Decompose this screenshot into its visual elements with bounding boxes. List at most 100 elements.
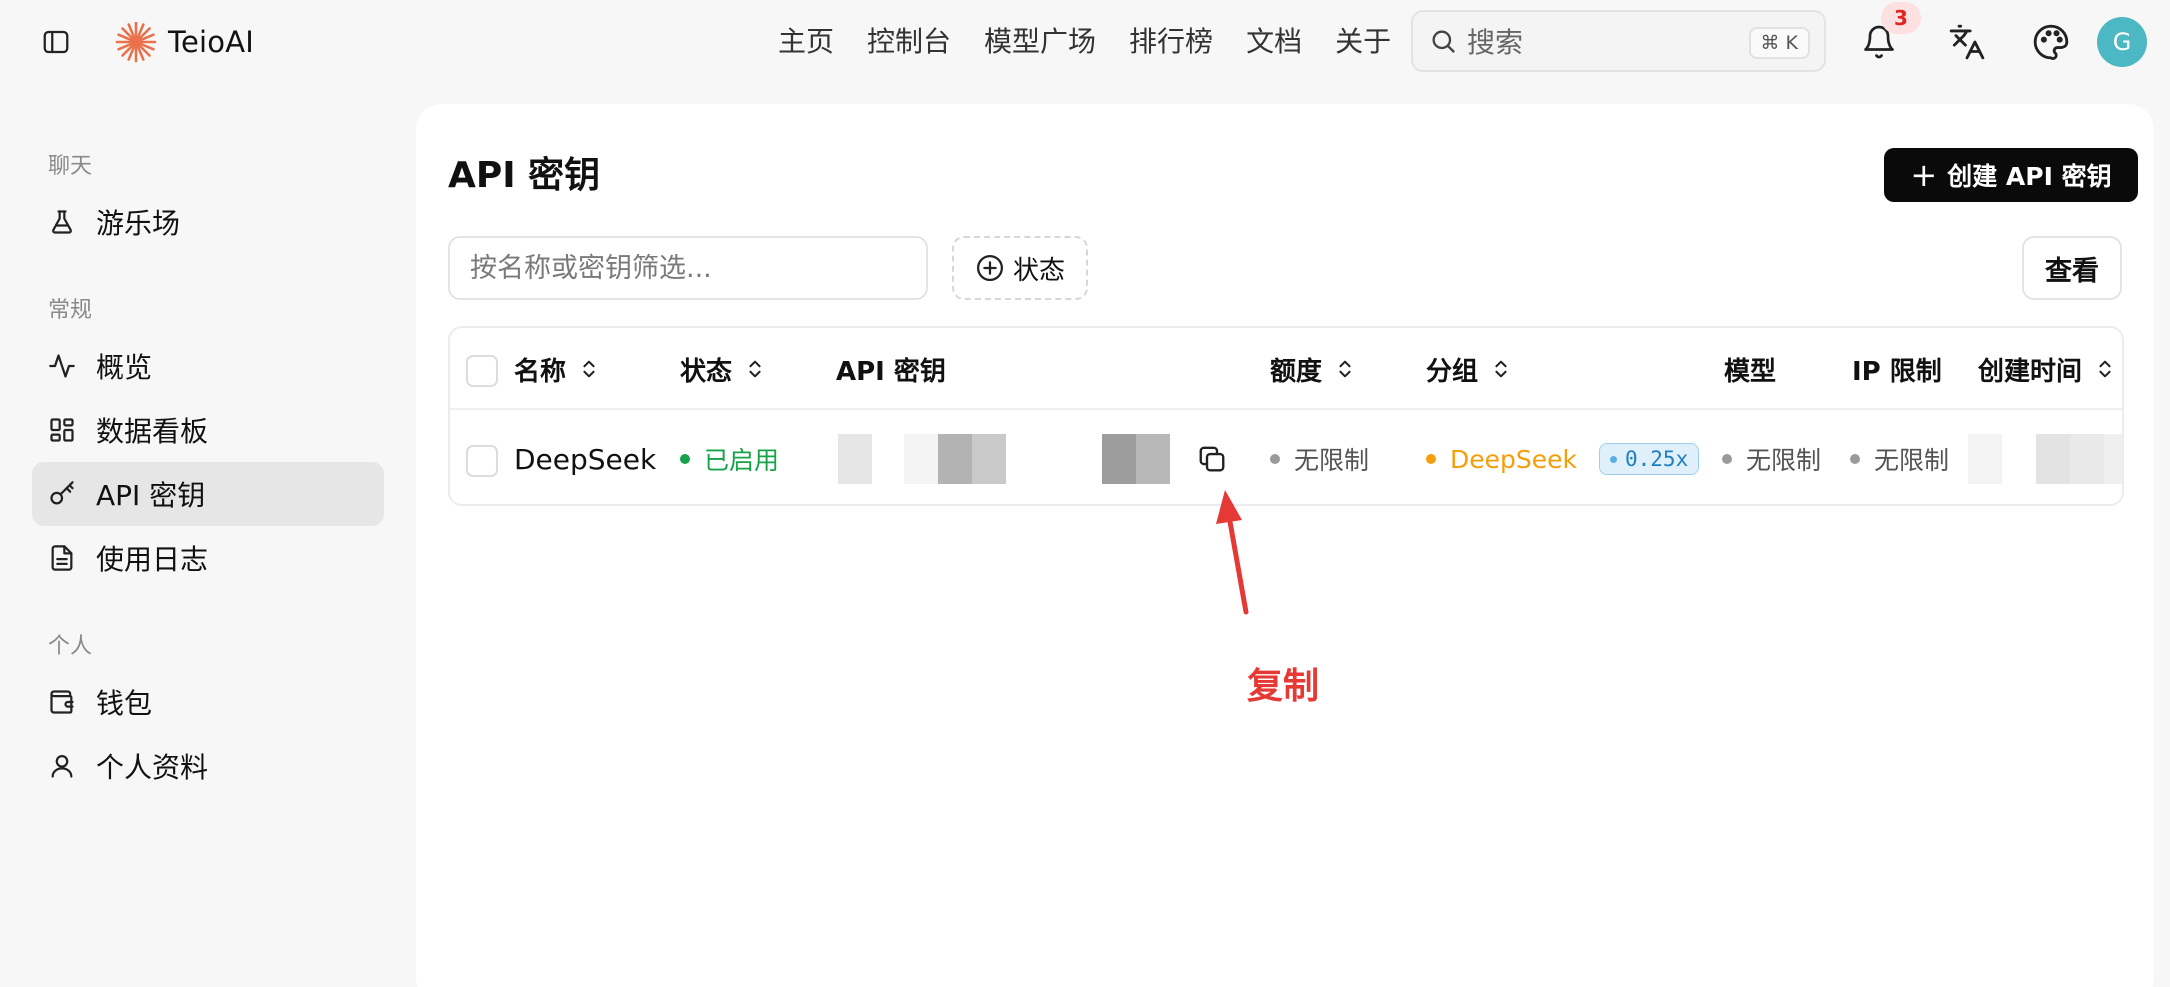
- language-icon[interactable]: [1945, 20, 1989, 64]
- column-header-label: 模型: [1724, 356, 1777, 387]
- sidebar-item-playground[interactable]: 游乐场: [32, 190, 384, 254]
- models-value: 无限制: [1746, 446, 1822, 475]
- column-header-label: 额度: [1270, 356, 1323, 387]
- masked-key-block: [1136, 434, 1170, 484]
- annotation-label: 复制: [1247, 666, 1320, 707]
- cell-group: DeepSeek 0.25x: [1426, 410, 1700, 504]
- masked-key-block: [1102, 434, 1136, 484]
- masked-key-block: [972, 434, 1006, 484]
- group-dot: [1426, 454, 1436, 464]
- avatar[interactable]: G: [2097, 17, 2147, 67]
- sidebar: 聊天 游乐场 常规 概览 数据看板 API 密钥 使用日志 个人 钱包 个人资料: [0, 82, 410, 987]
- column-header-label: 分组: [1426, 356, 1479, 387]
- nav-item-about[interactable]: 关于: [1335, 20, 1391, 64]
- sidebar-item-wallet[interactable]: 钱包: [32, 670, 384, 734]
- column-header-label: API 密钥: [836, 356, 946, 387]
- masked-date-block: [1968, 434, 2002, 484]
- key-icon: [46, 478, 78, 510]
- sort-icon[interactable]: [744, 356, 766, 382]
- column-header-ip-limit: IP 限制: [1852, 328, 1942, 410]
- page-title: API 密钥: [448, 155, 601, 196]
- flask-icon: [46, 206, 78, 238]
- brand-name[interactable]: TeioAI: [168, 22, 254, 62]
- search-shortcut: ⌘ K: [1748, 27, 1810, 59]
- activity-icon: [46, 350, 78, 382]
- sidebar-item-label: 概览: [96, 351, 153, 384]
- sidebar-item-label: 个人资料: [96, 751, 209, 784]
- annotation-arrow: [1216, 490, 1249, 615]
- column-header-api-key: API 密钥: [836, 328, 946, 410]
- sidebar-item-label: 数据看板: [96, 415, 209, 448]
- sidebar-item-label: API 密钥: [96, 479, 206, 512]
- logo-icon[interactable]: [114, 20, 158, 64]
- column-header-label: IP 限制: [1852, 356, 1942, 387]
- sidebar-item-label: 钱包: [96, 687, 153, 720]
- dashboard-icon: [46, 414, 78, 446]
- column-header-status: 状态: [680, 328, 766, 410]
- create-api-key-button[interactable]: + 创建 API 密钥: [1884, 148, 2138, 202]
- row-checkbox[interactable]: [466, 445, 498, 477]
- column-header-quota: 额度: [1270, 328, 1356, 410]
- view-button[interactable]: 查看: [2022, 236, 2122, 300]
- cell-quota: 无限制: [1270, 410, 1370, 504]
- sidebar-item-api-keys[interactable]: API 密钥: [32, 462, 384, 526]
- sort-icon[interactable]: [1334, 356, 1356, 382]
- search-placeholder: 搜索: [1467, 26, 1524, 59]
- quota-value: 无限制: [1294, 446, 1370, 475]
- sort-icon[interactable]: [2094, 356, 2116, 382]
- sidebar-item-label: 使用日志: [96, 543, 209, 576]
- status-filter-label: 状态: [1012, 255, 1065, 286]
- column-header-label: 创建时间: [1978, 356, 2083, 387]
- quota-dot: [1270, 454, 1280, 464]
- sidebar-item-label: 游乐场: [96, 207, 181, 240]
- top-bar: TeioAI 主页 控制台 模型广场 排行榜 文档 关于 搜索 ⌘ K 3 G: [0, 0, 2170, 82]
- models-dot: [1722, 454, 1732, 464]
- copy-icon[interactable]: [1192, 439, 1232, 479]
- nav-item-model-square[interactable]: 模型广场: [984, 20, 1096, 64]
- masked-date-block: [2036, 434, 2070, 484]
- nav-item-docs[interactable]: 文档: [1246, 20, 1302, 64]
- masked-key-block: [838, 434, 872, 484]
- table-row[interactable]: DeepSeek 已启用 无限制 DeepSeek 0.25x 无限制 无限制: [450, 410, 2122, 504]
- user-icon: [46, 750, 78, 782]
- masked-date-block: [2104, 434, 2122, 484]
- cell-ip-limit: 无限制: [1850, 410, 1949, 504]
- group-ratio-value: 0.25x: [1625, 447, 1689, 471]
- column-header-group: 分组: [1426, 328, 1512, 410]
- sort-icon[interactable]: [578, 356, 600, 382]
- search-icon: [1427, 25, 1459, 57]
- search-input[interactable]: 搜索 ⌘ K: [1411, 10, 1826, 72]
- select-all-checkbox[interactable]: [466, 355, 498, 387]
- nav-item-console[interactable]: 控制台: [867, 20, 951, 64]
- group-name: DeepSeek: [1450, 444, 1577, 474]
- ratio-dot: [1610, 455, 1617, 463]
- sidebar-section-chat: 聊天: [48, 154, 93, 179]
- sort-icon[interactable]: [1490, 356, 1512, 382]
- key-name: DeepSeek: [514, 442, 657, 476]
- status-dot: [680, 454, 690, 464]
- sidebar-toggle-icon[interactable]: [40, 26, 72, 58]
- group-ratio-badge: 0.25x: [1599, 443, 1700, 475]
- sidebar-item-usage-logs[interactable]: 使用日志: [32, 526, 384, 590]
- sidebar-section-personal: 个人: [48, 634, 93, 659]
- sidebar-item-overview[interactable]: 概览: [32, 334, 384, 398]
- cell-name: DeepSeek: [514, 410, 657, 504]
- api-keys-table: 名称 状态 API 密钥 额度 分组 模型 IP 限制 创建时间 DeepSee…: [448, 326, 2124, 506]
- table-header: 名称 状态 API 密钥 额度 分组 模型 IP 限制 创建时间: [450, 328, 2122, 410]
- sidebar-section-general: 常规: [48, 298, 93, 323]
- nav-item-leaderboard[interactable]: 排行榜: [1129, 20, 1213, 64]
- column-header-created-at: 创建时间: [1978, 328, 2116, 410]
- wallet-icon: [46, 686, 78, 718]
- plus-icon: +: [1910, 156, 1938, 194]
- filter-input[interactable]: [448, 236, 928, 300]
- column-header-label: 名称: [514, 356, 567, 387]
- sidebar-item-profile[interactable]: 个人资料: [32, 734, 384, 798]
- masked-date-block: [2070, 434, 2104, 484]
- main-nav: 主页 控制台 模型广场 排行榜 文档 关于: [778, 20, 1424, 64]
- nav-item-home[interactable]: 主页: [778, 20, 834, 64]
- status-filter-button[interactable]: 状态: [952, 236, 1088, 300]
- column-header-models: 模型: [1724, 328, 1776, 410]
- sidebar-item-dashboard[interactable]: 数据看板: [32, 398, 384, 462]
- main-content: API 密钥 + 创建 API 密钥 状态 查看 名称 状态 API 密钥: [416, 104, 2154, 987]
- palette-icon[interactable]: [2029, 20, 2073, 64]
